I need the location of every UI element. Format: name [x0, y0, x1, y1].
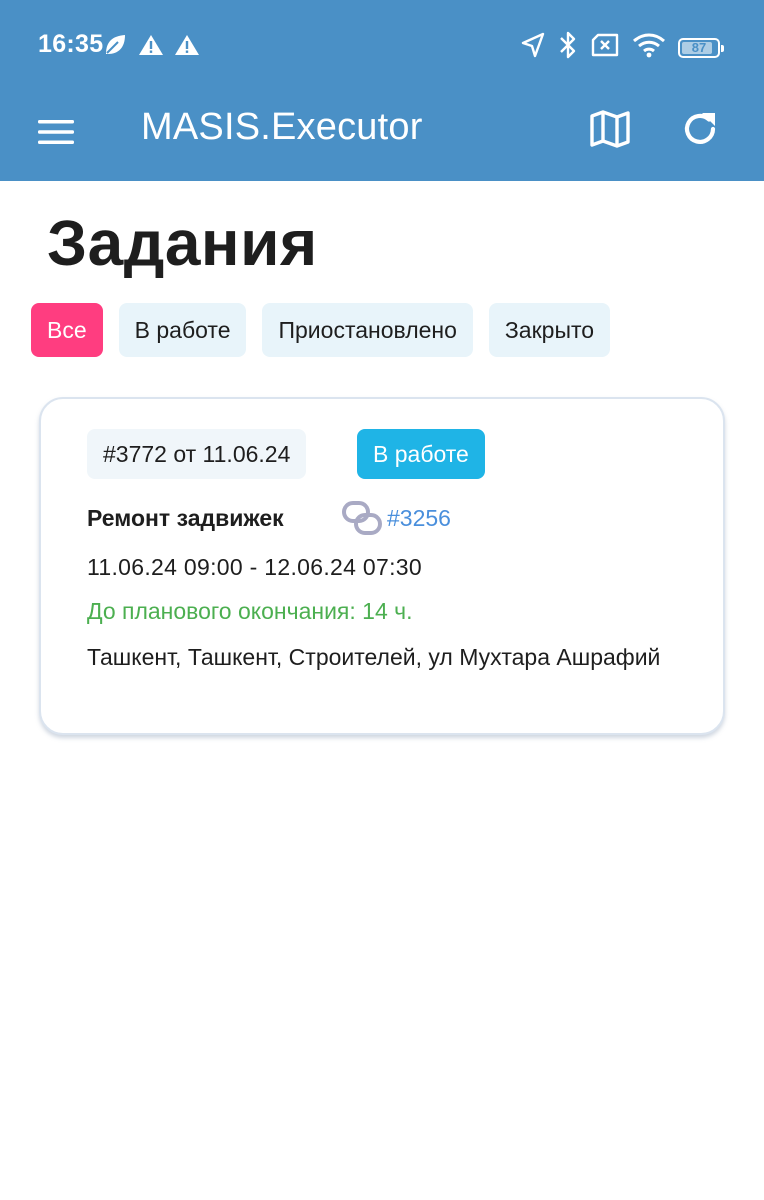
toolbar: MASIS.Executor	[0, 92, 764, 181]
status-system-icons: 87	[520, 30, 724, 65]
status-time: 16:35	[38, 30, 104, 58]
task-deadline: До планового окончания: 14 ч.	[87, 598, 413, 624]
filter-closed[interactable]: Закрыто	[488, 303, 611, 357]
menu-icon	[38, 120, 74, 144]
bluetooth-icon	[558, 30, 578, 65]
app-title: MASIS.Executor	[141, 106, 423, 148]
sim-off-icon	[590, 33, 620, 62]
battery-icon: 87	[678, 37, 724, 58]
task-card[interactable]: #3772 от 11.06.24 В работе Ремонт задвиж…	[39, 397, 725, 735]
leaf-icon	[102, 32, 128, 63]
map-icon	[590, 110, 630, 148]
app-header: 16:35 87 MASIS.Executor	[0, 0, 764, 181]
parent-task-link[interactable]: #3256	[387, 505, 451, 532]
warning-icon	[138, 33, 164, 62]
task-status-badge: В работе	[357, 429, 485, 479]
status-filter-tabs: Все В работе Приостановлено Закрыто	[31, 303, 611, 357]
status-notification-icons	[102, 32, 200, 63]
page-title: Задания	[47, 207, 318, 279]
task-period: 11.06.24 09:00 - 12.06.24 07:30	[87, 554, 422, 580]
warning-icon	[174, 33, 200, 62]
task-address: Ташкент, Ташкент, Строителей, ул Мухтара…	[87, 644, 661, 670]
refresh-icon	[684, 113, 716, 144]
map-button[interactable]	[586, 105, 634, 153]
refresh-button[interactable]	[676, 105, 724, 153]
menu-button[interactable]	[34, 110, 78, 154]
battery-cap	[721, 44, 724, 52]
filter-in-progress[interactable]: В работе	[118, 303, 247, 357]
filter-suspended[interactable]: Приостановлено	[262, 303, 473, 357]
link-icon	[342, 501, 382, 535]
wifi-icon	[632, 32, 666, 63]
task-name: Ремонт задвижек	[87, 505, 284, 531]
location-arrow-icon	[520, 31, 546, 64]
battery-level: 87	[691, 39, 707, 55]
task-number-badge: #3772 от 11.06.24	[87, 429, 307, 479]
status-bar: 16:35 87	[0, 0, 764, 92]
filter-all[interactable]: Все	[31, 303, 103, 357]
